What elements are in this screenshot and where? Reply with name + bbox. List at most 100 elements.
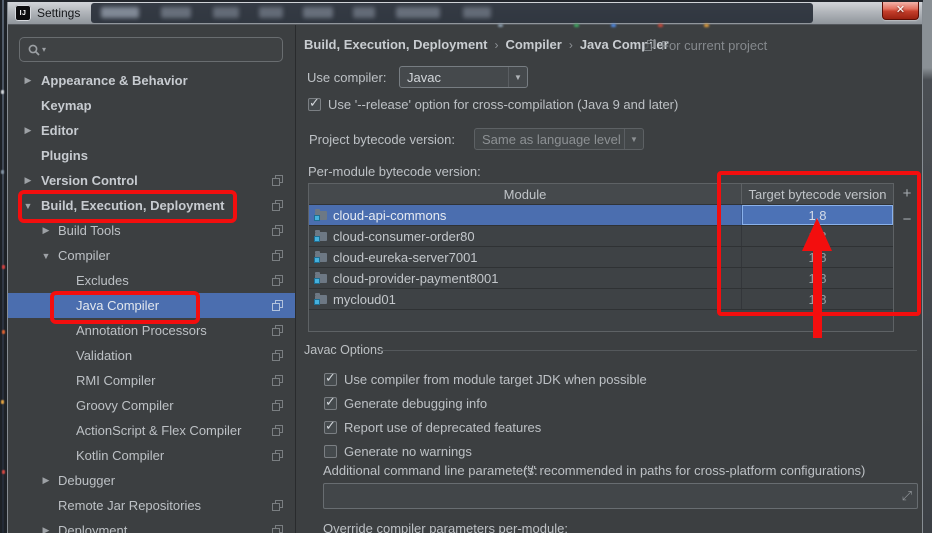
tree-collapsed-icon[interactable]: ▶	[41, 225, 51, 236]
tree-expanded-icon[interactable]: ▼	[41, 251, 51, 261]
sidebar-item-annotation-processors[interactable]: Annotation Processors	[8, 318, 295, 343]
checkbox-use-compiler-from-module-target-jdk-when-possible[interactable]: ✓	[324, 370, 337, 386]
project-scope-icon	[272, 500, 283, 511]
column-header-target[interactable]: Target bytecode version	[742, 184, 893, 204]
module-name: cloud-provider-payment8001	[333, 270, 499, 286]
sidebar-item-java-compiler[interactable]: Java Compiler	[8, 293, 295, 318]
tree-expanded-icon[interactable]: ▼	[23, 201, 33, 211]
sidebar-item-label: Version Control	[41, 173, 138, 188]
check-icon: ✓	[325, 370, 336, 385]
module-name: cloud-api-commons	[333, 207, 447, 223]
sidebar-item-label: Keymap	[41, 98, 92, 113]
breadcrumb-part-build-execution-deployment[interactable]: Build, Execution, Deployment	[304, 37, 487, 52]
sidebar-item-groovy-compiler[interactable]: Groovy Compiler	[8, 393, 295, 418]
settings-dialog: IJ Settings ✕ ▾ ▶ Appearance & Behavior …	[7, 2, 923, 533]
screen: IJ Settings ✕ ▾ ▶ Appearance & Behavior …	[0, 0, 932, 533]
sidebar-item-validation[interactable]: Validation	[8, 343, 295, 368]
project-scope-icon	[272, 300, 283, 311]
for-current-project-badge: For current project	[644, 38, 767, 53]
sidebar-item-version-control[interactable]: ▶ Version Control	[8, 168, 295, 193]
params-input[interactable]: ⤢	[323, 483, 918, 509]
sidebar-item-label: Remote Jar Repositories	[58, 498, 202, 513]
remove-module-button[interactable]: −	[899, 212, 915, 229]
javac-option-row-report-use-of-deprecated-features[interactable]: ✓ Report use of deprecated features	[324, 419, 541, 435]
settings-search-input[interactable]: ▾	[19, 37, 283, 62]
module-icon	[314, 293, 328, 305]
sidebar-item-excludes[interactable]: Excludes	[8, 268, 295, 293]
javac-option-label: Generate debugging info	[344, 396, 488, 411]
module-name: cloud-consumer-order80	[333, 228, 475, 244]
target-bytecode-cell[interactable]: 1.8	[742, 226, 893, 246]
sidebar-item-label: Java Compiler	[76, 298, 160, 313]
javac-option-row-generate-no-warnings[interactable]: ✓ Generate no warnings	[324, 444, 472, 459]
sidebar-item-actionscript-flex-compiler[interactable]: ActionScript & Flex Compiler	[8, 418, 295, 443]
ide-background-left	[0, 0, 7, 533]
params-label: Additional command line parameters:	[323, 463, 538, 478]
breadcrumb-part-compiler[interactable]: Compiler	[505, 37, 561, 52]
sidebar-item-compiler[interactable]: ▼ Compiler	[8, 243, 295, 268]
module-row-cloud-api-commons[interactable]: cloud-api-commons 1.8	[309, 205, 893, 226]
checkbox-generate-debugging-info[interactable]: ✓	[324, 394, 337, 410]
blurred-ide-menubar	[91, 3, 813, 23]
sidebar-item-label: Groovy Compiler	[76, 398, 174, 413]
checkbox-report-use-of-deprecated-features[interactable]: ✓	[324, 419, 337, 434]
project-scope-icon	[644, 40, 655, 51]
release-option-checkbox-row[interactable]: ✓ Use '--release' option for cross-compi…	[308, 95, 678, 112]
per-module-bytecode-table: Module Target bytecode version cloud-api…	[308, 183, 894, 332]
module-row-cloud-consumer-order80[interactable]: cloud-consumer-order80 1.8	[309, 226, 893, 247]
sidebar-item-keymap[interactable]: Keymap	[8, 93, 295, 118]
sidebar-item-build-tools[interactable]: ▶ Build Tools	[8, 218, 295, 243]
sidebar-item-label: Appearance & Behavior	[41, 73, 188, 88]
sidebar-item-remote-jar-repositories[interactable]: Remote Jar Repositories	[8, 493, 295, 518]
sidebar-item-kotlin-compiler[interactable]: Kotlin Compiler	[8, 443, 295, 468]
target-bytecode-cell[interactable]: 1.8	[742, 247, 893, 267]
breadcrumb-separator: ›	[568, 37, 573, 52]
tree-collapsed-icon[interactable]: ▶	[23, 75, 33, 86]
close-button[interactable]: ✕	[882, 2, 919, 20]
expand-field-icon[interactable]: ⤢	[902, 488, 912, 504]
use-compiler-select[interactable]: Javac ▼	[399, 66, 528, 88]
sidebar-item-debugger[interactable]: ▶ Debugger	[8, 468, 295, 493]
sidebar-item-deployment[interactable]: ▶ Deployment	[8, 518, 295, 533]
sidebar-item-editor[interactable]: ▶ Editor	[8, 118, 295, 143]
params-hint: ('/' recommended in paths for cross-plat…	[523, 463, 866, 478]
check-icon: ✓	[325, 394, 336, 409]
tree-collapsed-icon[interactable]: ▶	[23, 125, 33, 136]
target-bytecode-cell[interactable]: 1.8	[742, 205, 893, 225]
module-row-cloud-eureka-server7001[interactable]: cloud-eureka-server7001 1.8	[309, 247, 893, 268]
tree-collapsed-icon[interactable]: ▶	[41, 475, 51, 486]
tree-collapsed-icon[interactable]: ▶	[41, 525, 51, 533]
sidebar-item-appearance-behavior[interactable]: ▶ Appearance & Behavior	[8, 68, 295, 93]
tree-collapsed-icon[interactable]: ▶	[23, 175, 33, 186]
project-bytecode-label: Project bytecode version:	[309, 132, 455, 147]
check-icon: ✓	[309, 95, 320, 110]
per-module-label: Per-module bytecode version:	[308, 164, 481, 179]
javac-option-row-generate-debugging-info[interactable]: ✓ Generate debugging info	[324, 394, 488, 411]
project-scope-icon	[272, 325, 283, 336]
column-header-module[interactable]: Module	[309, 184, 742, 204]
checkbox-generate-no-warnings[interactable]: ✓	[324, 445, 337, 458]
dialog-titlebar[interactable]: IJ Settings ✕	[8, 2, 922, 25]
module-row-cloud-provider-payment8001[interactable]: cloud-provider-payment8001 1.8	[309, 268, 893, 289]
project-scope-icon	[272, 200, 283, 211]
javac-option-row-use-compiler-from-module-target-jdk-when-possible[interactable]: ✓ Use compiler from module target JDK whe…	[324, 370, 647, 387]
sidebar-item-label: Debugger	[58, 473, 116, 488]
java-compiler-panel: Build, Execution, Deployment › Compiler › Ja…	[296, 25, 922, 533]
sidebar-item-build-execution-deployment[interactable]: ▼ Build, Execution, Deployment	[8, 193, 295, 218]
sidebar-item-rmi-compiler[interactable]: RMI Compiler	[8, 368, 295, 393]
release-option-checkbox[interactable]: ✓	[308, 95, 321, 111]
table-header: Module Target bytecode version	[309, 184, 893, 205]
target-bytecode-cell[interactable]: 1.8	[742, 268, 893, 288]
add-module-button[interactable]: +	[899, 186, 915, 203]
breadcrumb: Build, Execution, Deployment › Compiler › Ja…	[304, 37, 669, 52]
target-bytecode-cell[interactable]: 1.8	[742, 289, 893, 309]
module-row-mycloud01[interactable]: mycloud01 1.8	[309, 289, 893, 310]
sidebar-item-label: Deployment	[58, 523, 128, 533]
sidebar-item-plugins[interactable]: Plugins	[8, 143, 295, 168]
window-title: Settings	[37, 6, 81, 20]
javac-option-label: Use compiler from module target JDK when…	[344, 372, 647, 387]
close-icon: ✕	[895, 4, 906, 16]
project-bytecode-select[interactable]: Same as language level ▼	[474, 128, 644, 150]
project-scope-icon	[272, 250, 283, 261]
sidebar-item-label: Plugins	[41, 148, 88, 163]
